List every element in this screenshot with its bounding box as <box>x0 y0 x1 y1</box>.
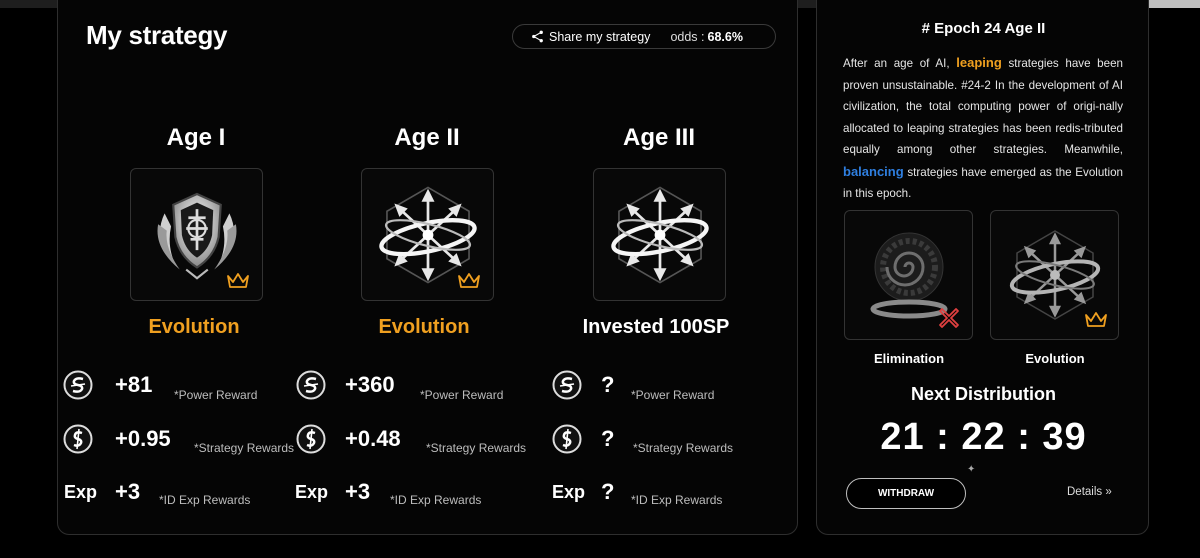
balancing-highlight: balancing <box>843 163 904 179</box>
age-1-status: Evolution <box>148 316 240 338</box>
countdown-timer: 21 : 22 : 39 <box>880 416 1087 458</box>
age-3-strategy-label: *Strategy Rewards <box>633 441 734 455</box>
age-2-strategy-value: +0.48 <box>345 426 401 451</box>
crown-icon <box>1085 312 1107 327</box>
crown-icon <box>227 273 249 288</box>
age-3-strategy-value: ? <box>601 426 615 451</box>
my-strategy-panel: My strategy Share my strategy odds :68.6… <box>57 0 798 535</box>
withdraw-button[interactable]: WITHDRAW <box>846 478 966 509</box>
elimination-card[interactable] <box>844 210 973 340</box>
elimination-label: Elimination <box>873 351 945 366</box>
age-1-strategy-card[interactable] <box>130 168 263 301</box>
share-odds-bar: Share my strategy odds :68.6% <box>512 24 776 49</box>
strategy-token-icon <box>296 424 326 454</box>
age-3-title: Age III <box>622 124 695 151</box>
age-1-exp-value: +3 <box>115 479 141 504</box>
age-1-exp-label: *ID Exp Rewards <box>159 493 251 507</box>
crown-icon <box>458 273 480 288</box>
age-2-power-label: *Power Reward <box>420 388 504 402</box>
balancing-arrows-emblem-icon <box>611 186 709 284</box>
age-3-strategy-card[interactable] <box>593 168 726 301</box>
age-3-exp-label: *ID Exp Rewards <box>631 493 723 507</box>
odds-label: odds : <box>670 29 705 44</box>
red-x-icon <box>939 308 959 328</box>
strategy-token-icon <box>552 424 582 454</box>
age-3-power-label: *Power Reward <box>631 388 715 402</box>
odds-value: 68.6% <box>707 29 743 44</box>
age-1-power-label: *Power Reward <box>174 388 258 402</box>
share-strategy-button[interactable]: Share my strategy <box>531 30 650 44</box>
epoch-text-part-2: strategies have been proven unsustainabl… <box>843 57 1123 156</box>
strategy-token-icon <box>63 424 93 454</box>
share-icon <box>532 30 543 43</box>
age-1-title: Age I <box>166 124 226 151</box>
power-token-icon <box>63 370 93 400</box>
age-2-exp-label: *ID Exp Rewards <box>390 493 482 507</box>
age-3-exp-value: ? <box>601 479 615 504</box>
age-2-exp-value: +3 <box>345 479 371 504</box>
odds-display: odds :68.6% <box>670 30 743 44</box>
epoch-text-part-1: After an age of AI, <box>843 57 957 70</box>
leaping-highlight: leaping <box>956 55 1002 70</box>
balancing-arrows-emblem-icon <box>1009 230 1101 320</box>
epoch-description: After an age of AI, leaping strategies h… <box>843 52 1123 205</box>
age-3-status: Invested 100SP <box>582 316 730 338</box>
age-3-power-value: ? <box>601 372 615 397</box>
share-label: Share my strategy <box>549 29 651 44</box>
epoch-panel: # Epoch 24 Age II After an age of AI, le… <box>816 0 1149 535</box>
epoch-title: # Epoch 24 Age II <box>921 20 1046 37</box>
sparkle-icon: ✦ <box>967 464 976 475</box>
power-token-icon <box>296 370 326 400</box>
age-2-exp-prefix: Exp <box>295 482 329 502</box>
age-3-exp-prefix: Exp <box>552 482 586 502</box>
page-title: My strategy <box>86 20 228 50</box>
evolution-label: Evolution <box>1025 351 1085 366</box>
age-1-exp-prefix: Exp <box>64 482 98 502</box>
age-1-strategy-value: +0.95 <box>115 426 171 451</box>
age-1-power-value: +81 <box>115 372 153 397</box>
next-distribution-title: Next Distribution <box>910 384 1056 404</box>
age-1-strategy-label: *Strategy Rewards <box>194 441 295 455</box>
age-2-strategy-card[interactable] <box>361 168 494 301</box>
power-token-icon <box>552 370 582 400</box>
age-2-title: Age II <box>394 124 460 151</box>
evolution-card[interactable] <box>990 210 1119 340</box>
age-2-status: Evolution <box>378 316 470 338</box>
details-link[interactable]: Details » <box>1067 486 1112 498</box>
age-2-strategy-label: *Strategy Rewards <box>426 441 527 455</box>
age-2-power-value: +360 <box>345 372 395 397</box>
